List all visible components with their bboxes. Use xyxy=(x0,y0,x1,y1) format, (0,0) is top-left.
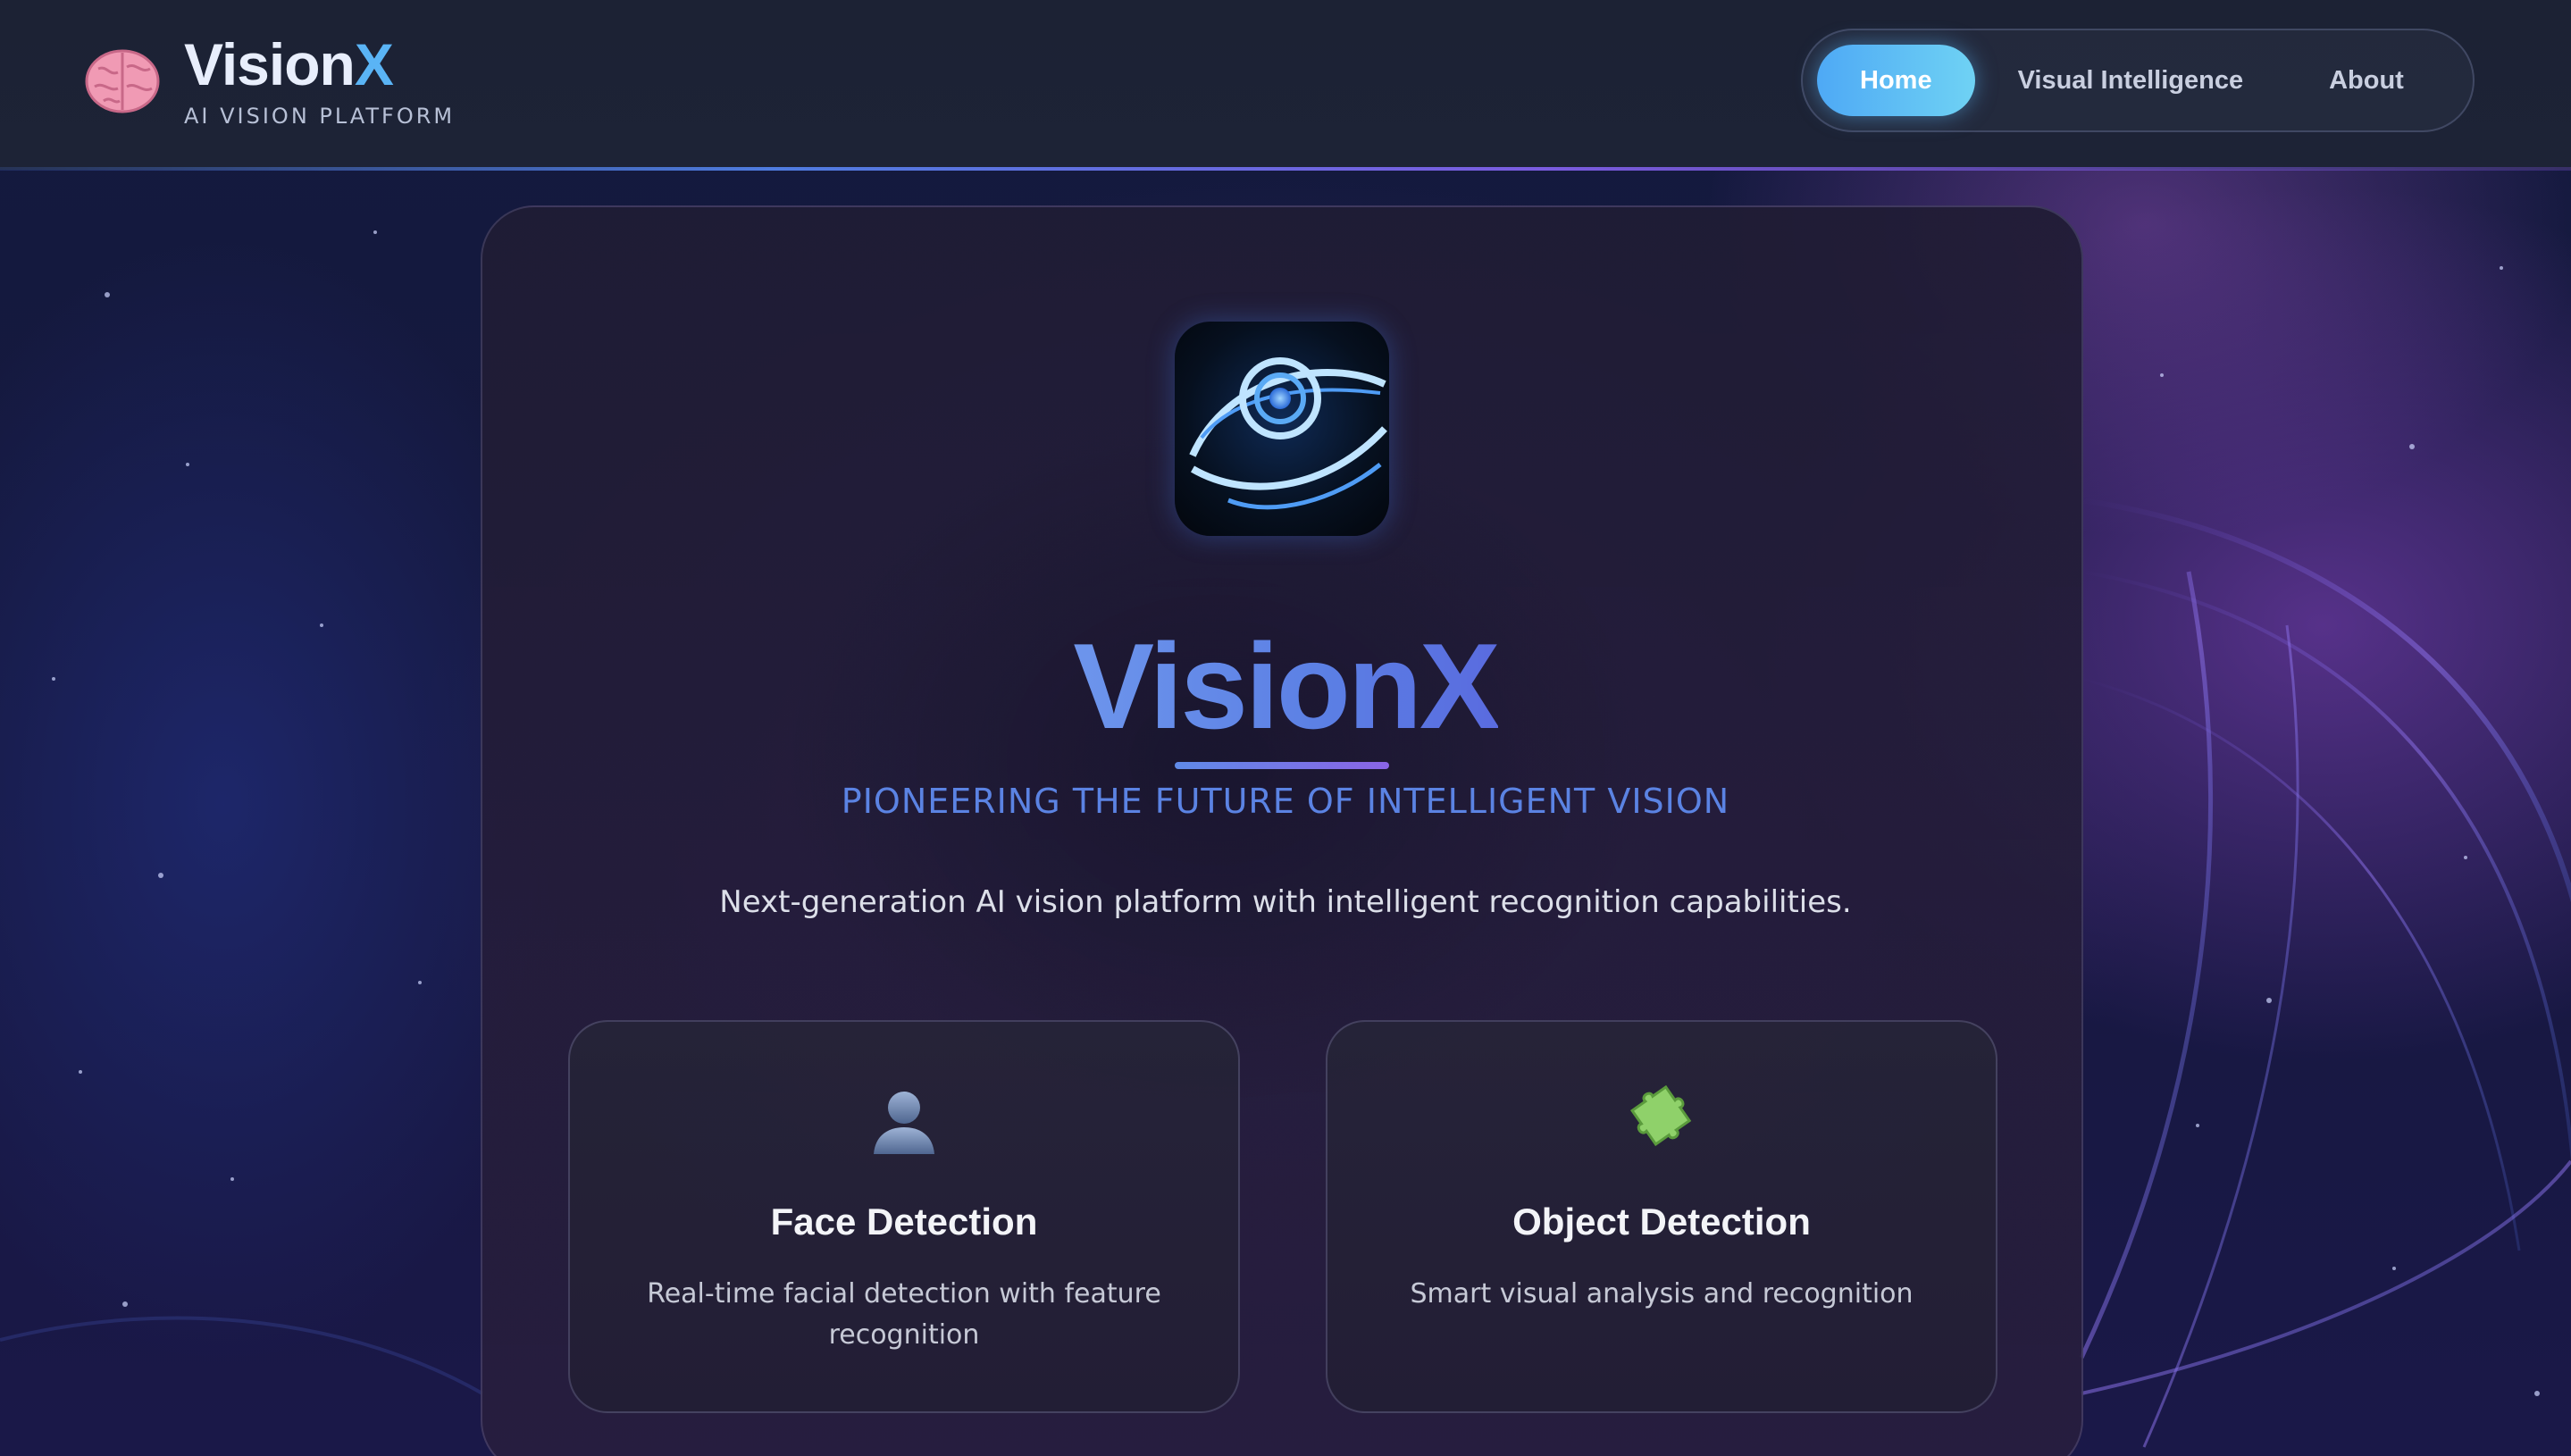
brand-title: VisionX xyxy=(184,32,455,96)
puzzle-piece-icon xyxy=(1327,1083,1996,1163)
person-silhouette-icon xyxy=(570,1083,1238,1163)
brand-title-accent: X xyxy=(354,31,394,97)
hero-title-underline xyxy=(1175,762,1389,769)
nav-home[interactable]: Home xyxy=(1817,45,1975,116)
feature-card-face-detection[interactable]: Face Detection Real-time facial detectio… xyxy=(568,1020,1240,1413)
eye-icon xyxy=(1175,322,1389,536)
nav-visual-intelligence[interactable]: Visual Intelligence xyxy=(1975,45,2287,116)
brand-subtitle: AI VISION PLATFORM xyxy=(184,104,456,129)
brand[interactable]: VisionX AI VISION PLATFORM xyxy=(82,32,455,129)
header-divider xyxy=(0,167,2571,171)
brand-title-main: Vision xyxy=(184,31,356,97)
hero-title-text: VisionX xyxy=(1073,618,1500,754)
main-nav: Home Visual Intelligence About xyxy=(1801,29,2475,132)
feature-card-object-detection[interactable]: Object Detection Smart visual analysis a… xyxy=(1326,1020,1997,1413)
hero-title: VisionX xyxy=(0,616,2571,756)
feature-title: Face Detection xyxy=(770,1201,1038,1243)
brain-icon xyxy=(82,40,163,121)
feature-description: Smart visual analysis and recognition xyxy=(1410,1278,1914,1310)
nav-about[interactable]: About xyxy=(2286,45,2447,116)
hero-subtitle: PIONEERING THE FUTURE OF INTELLIGENT VIS… xyxy=(841,782,1730,821)
feature-description: Real-time facial detection with feature … xyxy=(647,1278,1161,1351)
top-header: VisionX AI VISION PLATFORM Home Visual I… xyxy=(0,0,2571,170)
hero-description: Next-generation AI vision platform with … xyxy=(719,884,1852,920)
feature-title: Object Detection xyxy=(1512,1201,1811,1243)
